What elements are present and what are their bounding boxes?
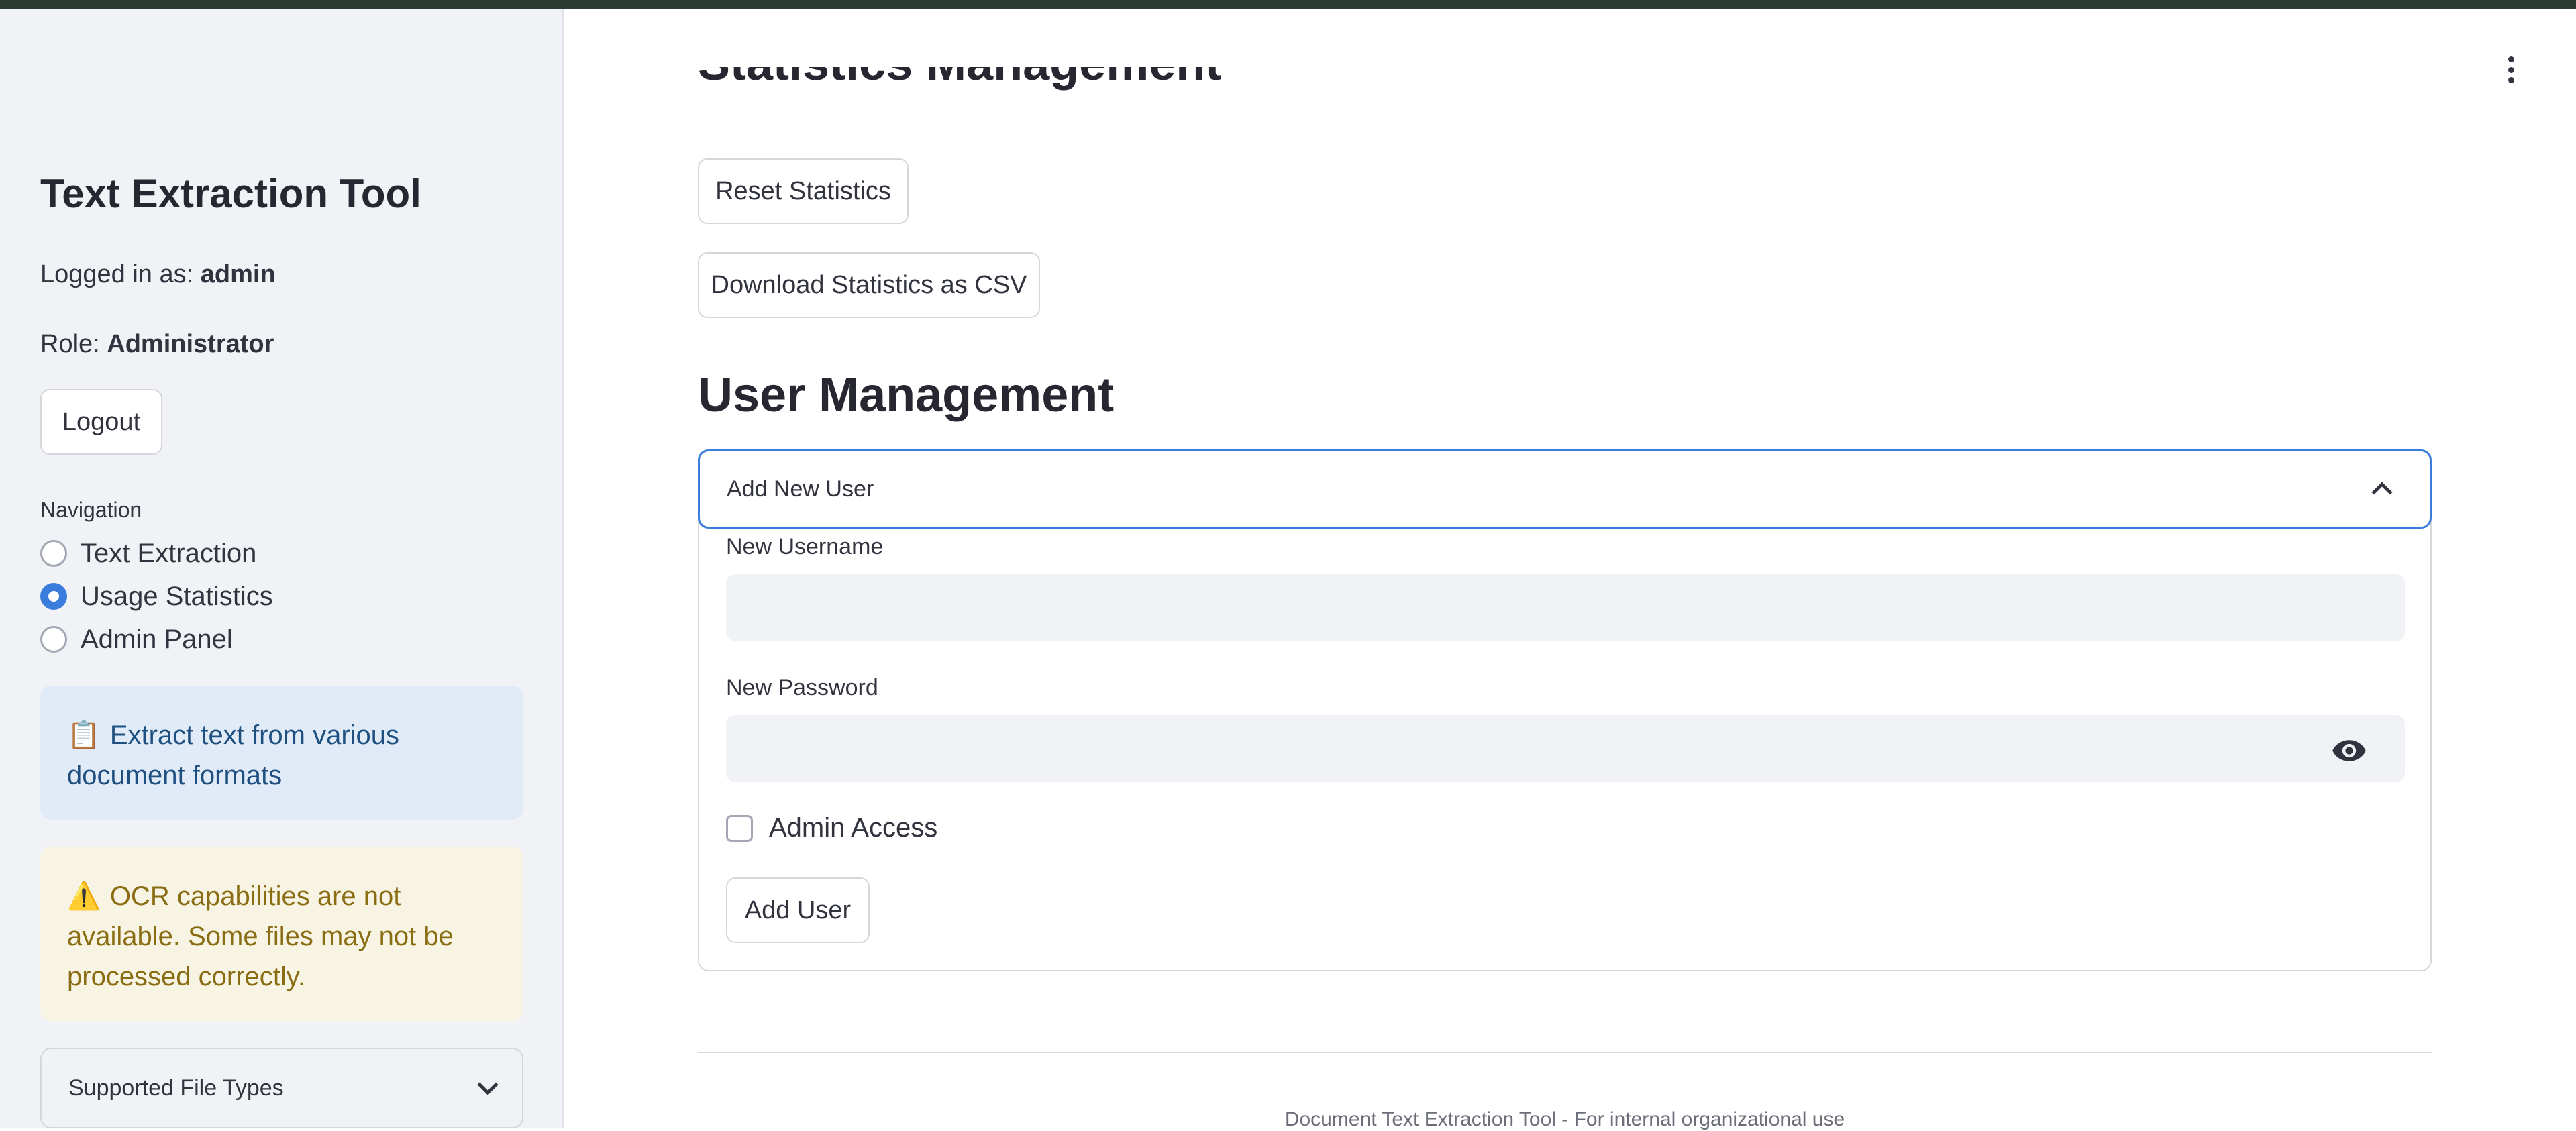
logout-button[interactable]: Logout	[40, 389, 162, 455]
eye-icon[interactable]	[2331, 733, 2367, 769]
new-password-label: New Password	[726, 675, 878, 700]
sidebar: Text Extraction Tool Logged in as: admin…	[0, 9, 564, 1128]
nav-option-text-extraction[interactable]: Text Extraction	[40, 537, 256, 570]
radio-icon[interactable]	[40, 540, 67, 567]
top-decoration-bar	[0, 0, 2576, 9]
new-username-label: New Username	[726, 534, 884, 559]
nav-option-admin-panel[interactable]: Admin Panel	[40, 623, 233, 656]
new-password-input[interactable]	[726, 715, 2405, 782]
user-management-heading: User Management	[698, 368, 1115, 422]
admin-access-label: Admin Access	[769, 813, 938, 843]
download-statistics-csv-button[interactable]: Download Statistics as CSV	[698, 252, 1040, 318]
chevron-down-icon	[477, 1074, 499, 1095]
footer-text: Document Text Extraction Tool - For inte…	[1284, 1108, 1845, 1130]
warning-alert: ⚠️ OCR capabilities are not available. So…	[40, 847, 523, 1021]
chevron-up-icon	[2371, 482, 2393, 503]
warning-text: OCR capabilities are not available. Some…	[67, 881, 454, 991]
divider	[698, 1052, 2432, 1053]
warning-icon: ⚠️	[67, 881, 101, 912]
role-line: Role: Administrator	[40, 330, 274, 359]
add-new-user-expander: Add New User	[698, 449, 2432, 971]
expander-label: Add New User	[727, 476, 874, 502]
expander-label: Supported File Types	[68, 1075, 284, 1101]
admin-access-checkbox[interactable]	[726, 814, 753, 842]
new-username-input[interactable]	[726, 574, 2405, 641]
nav-option-label: Admin Panel	[81, 624, 233, 654]
logged-in-username: admin	[200, 260, 276, 288]
reset-statistics-button[interactable]: Reset Statistics	[698, 158, 909, 224]
statistics-heading: Statistics Management	[698, 67, 1637, 127]
navigation-label: Navigation	[40, 498, 142, 522]
info-text: Extract text from various document forma…	[67, 720, 400, 790]
clipboard-icon: 📋	[67, 720, 101, 751]
admin-access-checkbox-row[interactable]: Admin Access	[726, 813, 937, 843]
logged-in-prefix: Logged in as:	[40, 260, 194, 288]
logged-in-line: Logged in as: admin	[40, 260, 276, 289]
kebab-menu-icon[interactable]	[2503, 56, 2519, 83]
role-value: Administrator	[107, 330, 274, 358]
radio-icon[interactable]	[40, 626, 67, 653]
nav-option-label: Text Extraction	[81, 538, 257, 568]
nav-option-usage-statistics[interactable]: Usage Statistics	[40, 580, 273, 613]
add-user-button[interactable]: Add User	[726, 877, 870, 943]
radio-selected-icon[interactable]	[40, 583, 67, 610]
add-new-user-expander-header[interactable]: Add New User	[698, 449, 2432, 529]
role-prefix: Role:	[40, 330, 100, 358]
sidebar-title: Text Extraction Tool	[40, 171, 421, 216]
nav-option-label: Usage Statistics	[81, 581, 273, 611]
info-alert: 📋 Extract text from various document form…	[40, 686, 523, 820]
supported-file-types-expander[interactable]: Supported File Types	[40, 1048, 523, 1128]
